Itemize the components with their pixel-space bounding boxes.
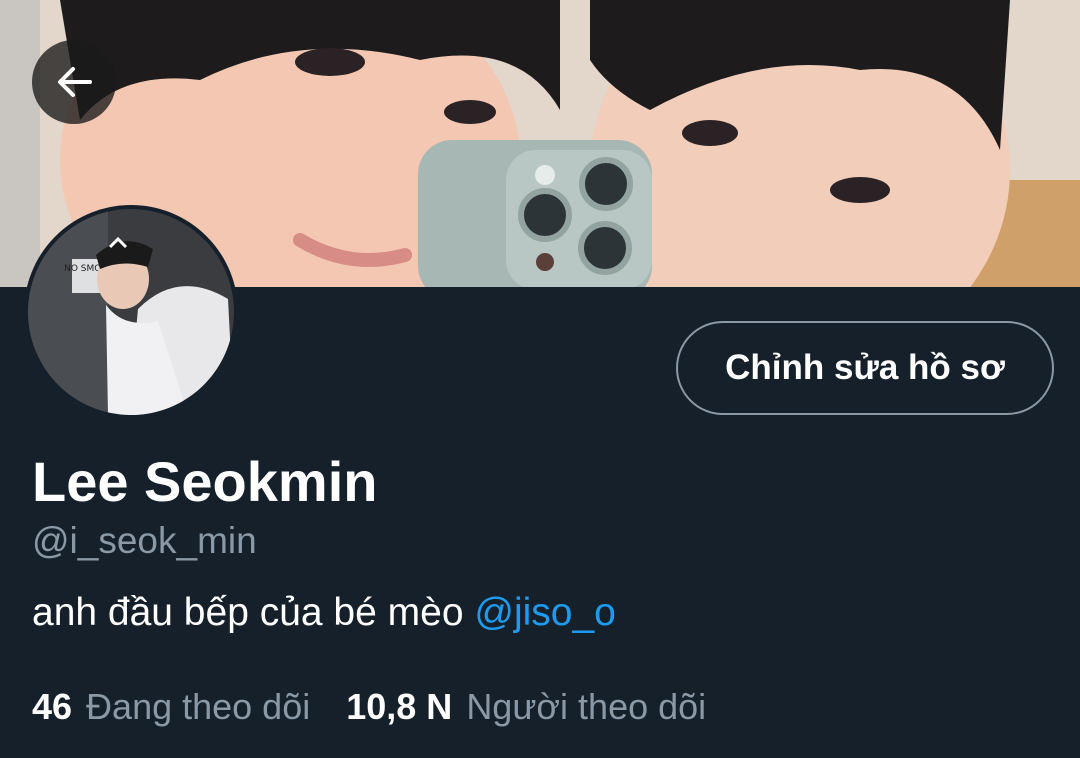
- bio-mention-link[interactable]: @jiso_o: [474, 591, 616, 634]
- profile-bio: anh đầu bếp của bé mèo @jiso_o: [32, 589, 616, 637]
- profile-page: NO SMOKI Chỉnh sửa hồ sơ Lee Seokmin @i_…: [0, 0, 1080, 758]
- edit-profile-button[interactable]: Chỉnh sửa hồ sơ: [676, 321, 1054, 415]
- username-handle: @i_seok_min: [32, 520, 257, 561]
- followers-count: 10,8 N: [346, 686, 453, 727]
- arrow-left-icon: [58, 67, 92, 97]
- back-button[interactable]: [32, 40, 116, 124]
- bio-text: anh đầu bếp của bé mèo: [32, 591, 475, 634]
- display-name: Lee Seokmin: [32, 450, 378, 513]
- profile-avatar[interactable]: NO SMOKI: [24, 205, 238, 419]
- followers-label: Người theo dõi: [466, 686, 707, 727]
- followers-link[interactable]: 10,8 N Người theo dõi: [346, 684, 706, 730]
- following-count: 46: [32, 686, 73, 727]
- following-link[interactable]: 46 Đang theo dõi: [32, 684, 310, 730]
- following-label: Đang theo dõi: [86, 686, 311, 727]
- follow-stats: 46 Đang theo dõi 10,8 N Người theo dõi: [32, 684, 706, 730]
